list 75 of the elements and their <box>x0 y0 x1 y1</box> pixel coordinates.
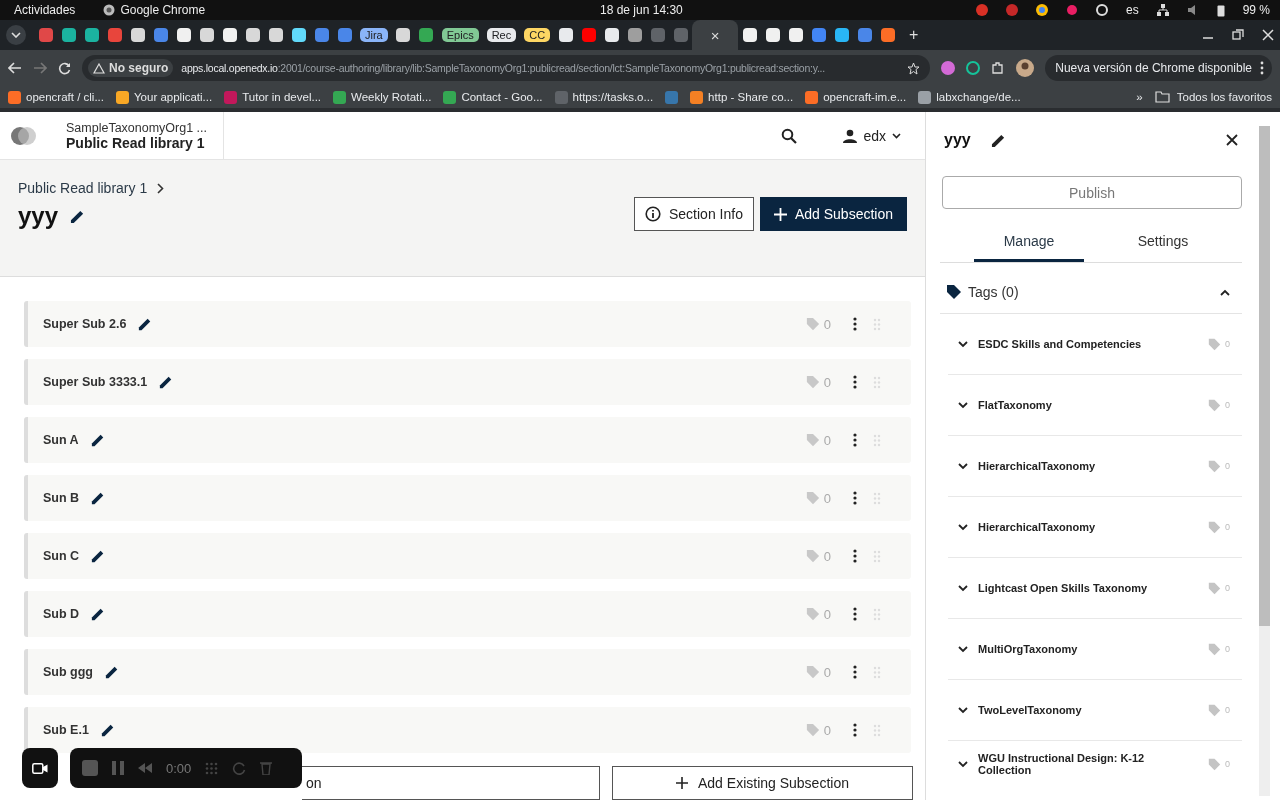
new-tab-button[interactable]: + <box>909 26 919 44</box>
section-info-button[interactable]: Section Info <box>634 197 754 231</box>
url-text: apps.local.openedx.io:2001/course-authoring/library/lib:SampleTaxonomyOrg1:publicread/section/lct:SampleTaxonomyOrg1:publicread:section:y... <box>181 62 826 74</box>
taxonomy-name[interactable]: FlatTaxonomy <box>978 399 1198 411</box>
subsection-card[interactable]: Super Sub 2.6 0 <box>24 301 911 347</box>
tab-group-label[interactable]: Rec <box>486 28 517 42</box>
bookmark[interactable]: https://tasks.o... <box>554 90 654 104</box>
tag-count: 0 <box>823 722 831 738</box>
language-indicator[interactable]: es <box>1125 3 1139 17</box>
subsection-card[interactable]: Sub ggg 0 <box>24 649 911 695</box>
subsection-title: Sub E.1 <box>43 723 89 737</box>
browser-tab[interactable]: Rec <box>482 20 521 50</box>
subsection-card[interactable]: Sub E.1 0 <box>24 707 911 753</box>
taxonomy-name[interactable]: WGU Instructional Design: K-12 Collection <box>978 752 1198 776</box>
tab-group-label[interactable]: Epics <box>441 28 479 42</box>
subsection-card[interactable]: Sun C 0 <box>24 533 911 579</box>
browser-tab[interactable]: CC <box>520 20 555 50</box>
bookmark[interactable]: opencraft-im.e... <box>805 90 907 104</box>
tag-count: 0 <box>823 548 831 564</box>
subsection-title: Sun A <box>43 433 79 447</box>
browser-tab[interactable]: Jira <box>356 20 392 50</box>
sidebar-title: yyy <box>944 131 971 149</box>
section-title: yyy <box>18 202 59 230</box>
add-subsection-button[interactable]: on <box>302 766 600 800</box>
more-bookmarks-button[interactable]: » <box>1136 91 1143 103</box>
sidebar-tab[interactable]: Manage <box>974 223 1084 262</box>
tags-header[interactable]: Tags (0) <box>940 271 1242 314</box>
update-chrome-button[interactable]: Nueva versión de Chrome disponible <box>1045 55 1272 81</box>
tab-group-label[interactable]: CC <box>524 28 551 42</box>
all-bookmarks-button[interactable]: Todos los favoritos <box>1154 91 1272 103</box>
add-subsection-button[interactable]: Add Subsection <box>759 197 907 231</box>
taxonomy-name[interactable]: HierarchicalTaxonomy <box>978 521 1198 533</box>
tab-group-label[interactable]: Jira <box>360 28 388 42</box>
sidebar-tab[interactable]: Settings <box>1084 223 1242 262</box>
browser-tab[interactable]: × <box>692 20 739 50</box>
subsection-title: Sub D <box>43 607 80 621</box>
taxonomy-name[interactable]: Lightcast Open Skills Taxonomy <box>978 582 1198 594</box>
battery-level: 99 % <box>1242 3 1270 17</box>
library-name: Public Read library 1 <box>66 134 206 151</box>
recording-time: 0:00 <box>166 760 192 776</box>
subsection-title: Sub ggg <box>43 665 93 679</box>
tag-count: 0 <box>823 664 831 680</box>
user-menu-button[interactable]: edx <box>837 126 907 145</box>
subsection-card[interactable]: Sun B 0 <box>24 475 911 521</box>
subsection-card[interactable]: Sub D 0 <box>24 591 911 637</box>
tag-count: 0 <box>823 606 831 622</box>
subsection-title: Sun C <box>43 549 80 563</box>
subsection-title: Super Sub 3333.1 <box>43 375 148 389</box>
app-name: Google Chrome <box>120 3 206 17</box>
bookmark[interactable]: Weekly Rotati... <box>333 90 432 104</box>
address-field[interactable]: No seguro apps.local.openedx.io:2001/course-authoring/library/lib:SampleTaxonomyOrg1:publicread/section/lct:SampleTaxonomyOrg1:publicread:section:y... <box>82 55 931 81</box>
bookmark[interactable]: labxchange/de... <box>918 90 1021 104</box>
subsection-title: Sun B <box>43 491 80 505</box>
subsection-card[interactable]: Sun A 0 <box>24 417 911 463</box>
taxonomy-name[interactable]: MultiOrgTaxonomy <box>978 643 1198 655</box>
subsection-title: Super Sub 2.6 <box>43 317 127 331</box>
tag-count: 0 <box>823 316 831 332</box>
taxonomy-name[interactable]: TwoLevelTaxonomy <box>978 704 1198 716</box>
bookmark[interactable]: http - Share co... <box>690 90 794 104</box>
activities-button[interactable]: Actividades <box>14 3 76 17</box>
taxonomy-name[interactable]: ESDC Skills and Competencies <box>978 338 1198 350</box>
tag-count: 0 <box>823 490 831 506</box>
tag-count: 0 <box>823 432 831 448</box>
bookmark[interactable]: Tutor in devel... <box>224 90 322 104</box>
subsection-card[interactable]: Super Sub 3333.1 0 <box>24 359 911 405</box>
bookmark[interactable]: Your applicati... <box>116 90 213 104</box>
bookmark[interactable]: opencraft / cli... <box>8 90 104 104</box>
clock[interactable]: 18 de jun 14:30 <box>600 3 683 17</box>
breadcrumb-link[interactable]: Public Read library 1 <box>18 180 148 196</box>
add-existing-subsection-button[interactable]: Add Existing Subsection <box>612 766 913 800</box>
taxonomy-name[interactable]: HierarchicalTaxonomy <box>978 460 1198 472</box>
bookmark[interactable]: Contact - Goo... <box>443 90 543 104</box>
browser-tab[interactable]: Epics <box>437 20 483 50</box>
tag-count: 0 <box>823 374 831 390</box>
org-name: SampleTaxonomyOrg1 ... <box>66 120 208 135</box>
